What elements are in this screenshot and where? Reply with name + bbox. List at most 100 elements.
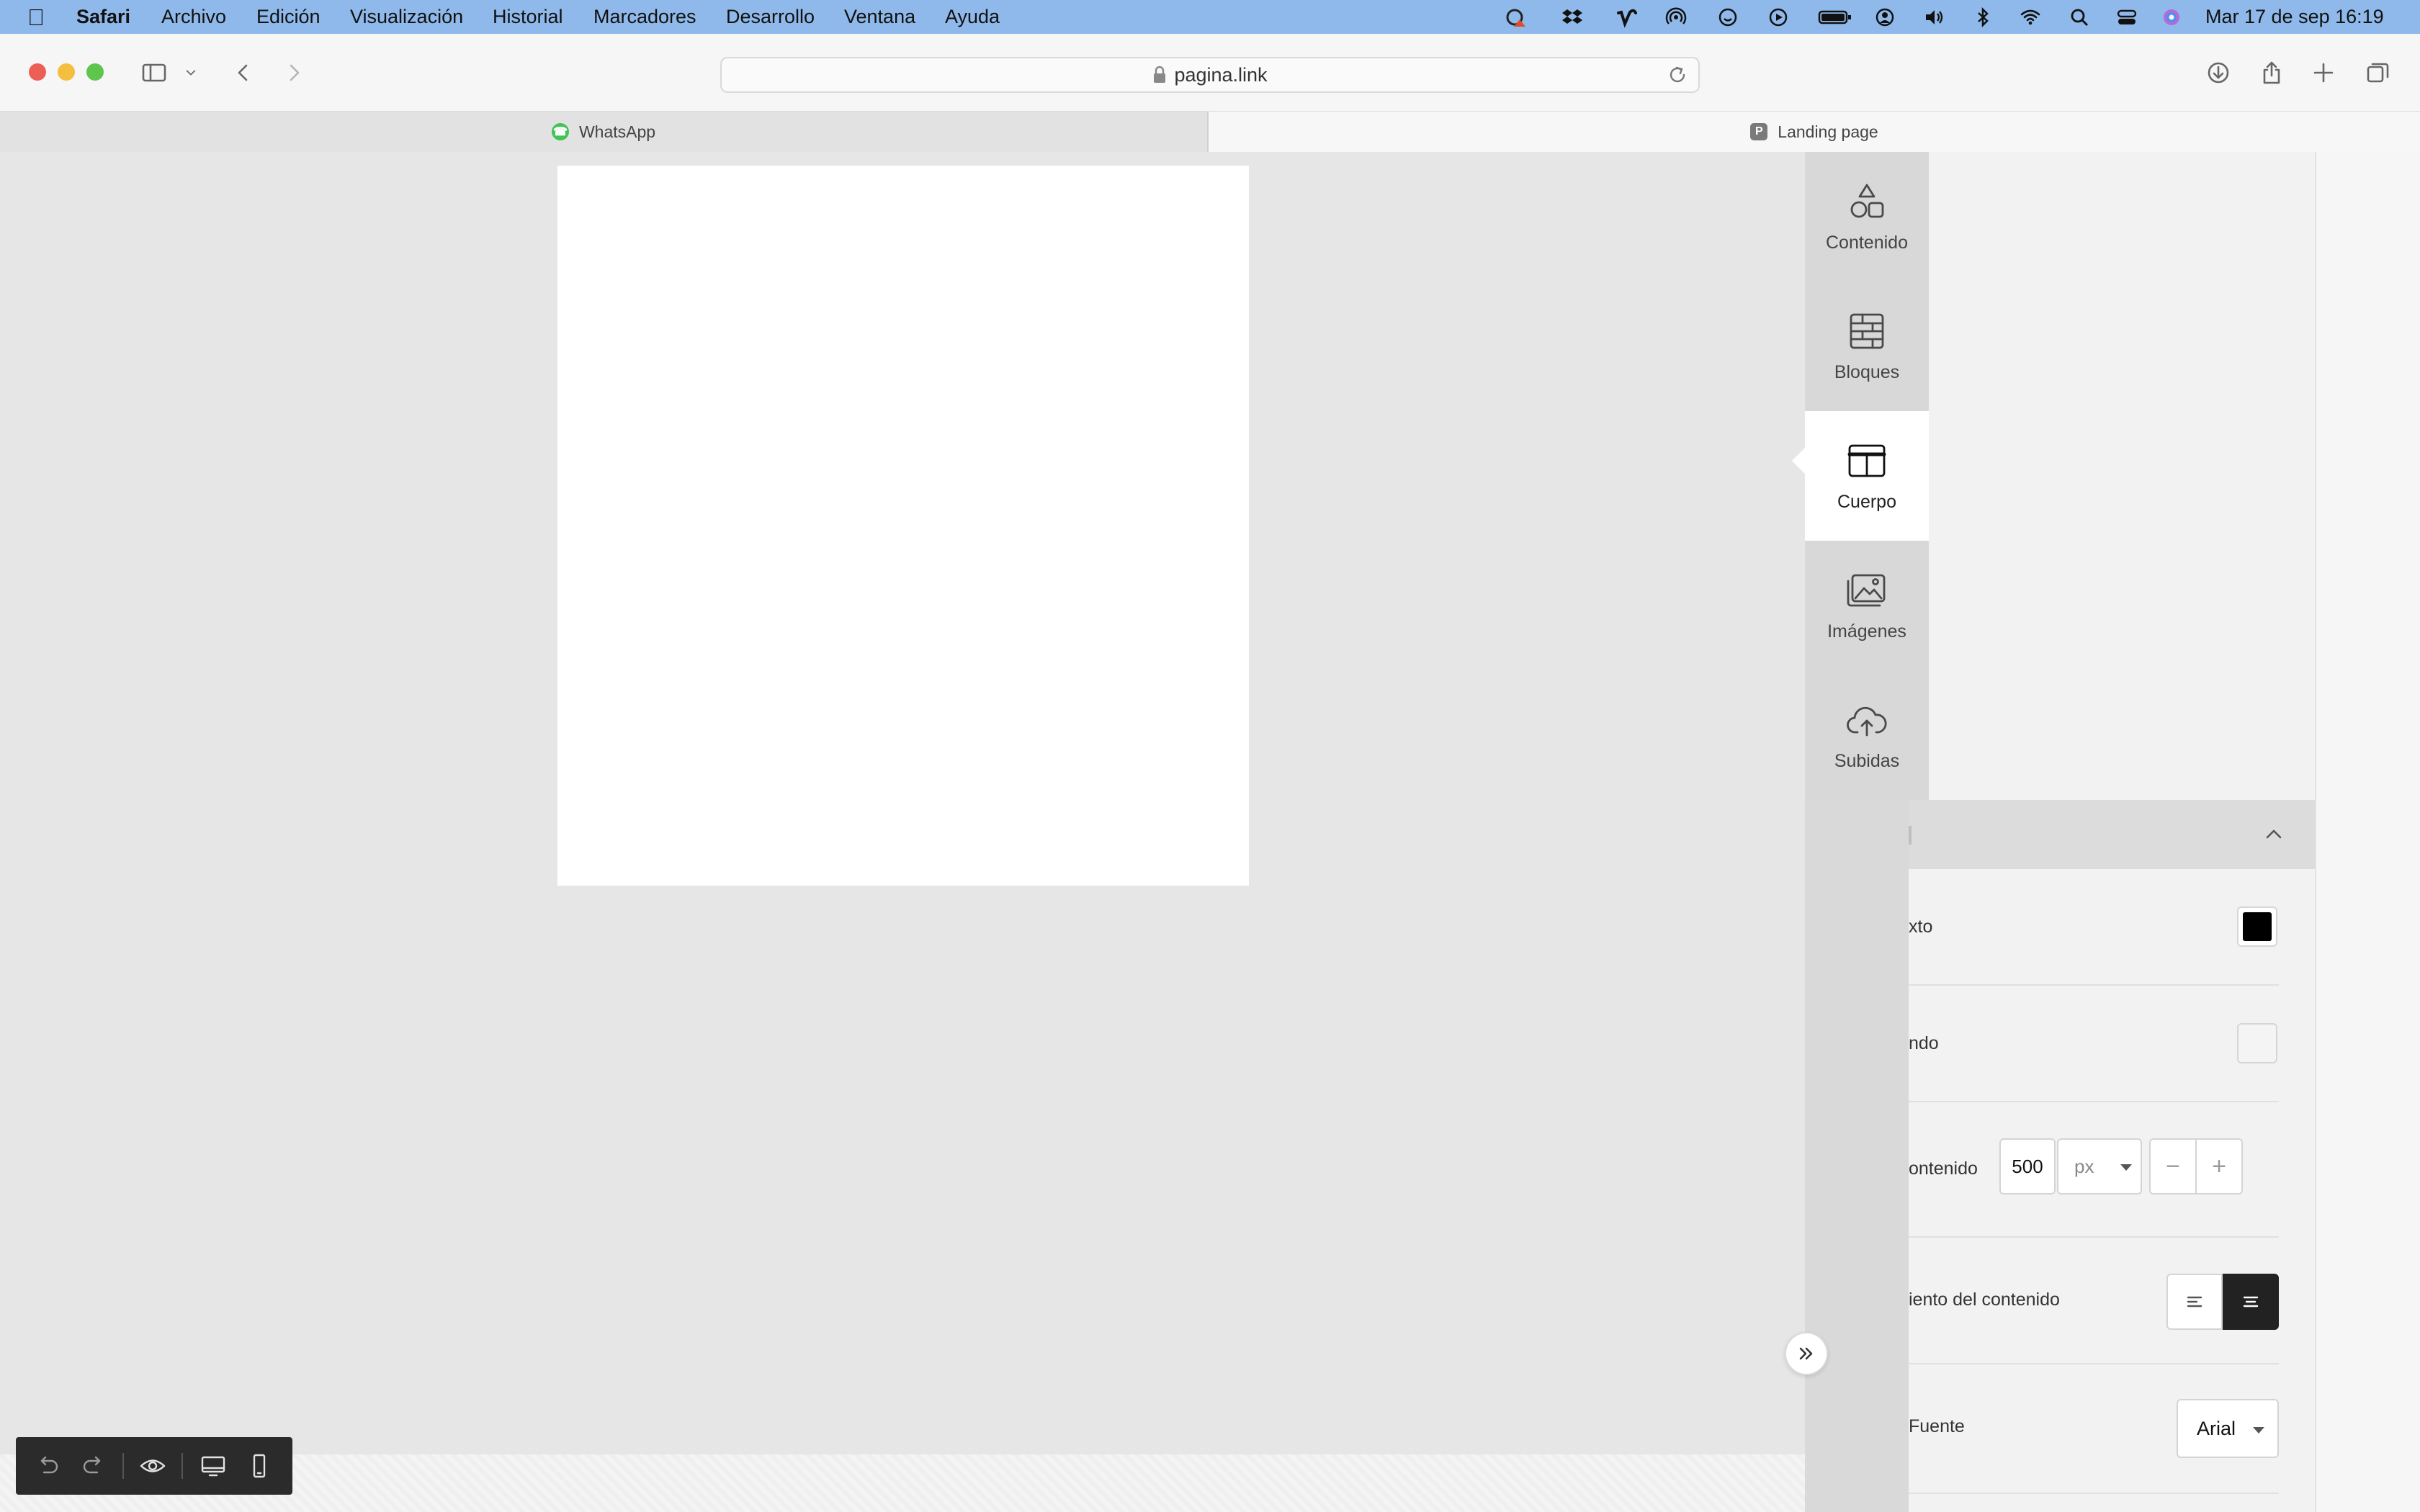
undo-icon xyxy=(40,1456,58,1474)
tab-overview-icon[interactable] xyxy=(2362,57,2394,89)
volume-icon[interactable] xyxy=(1923,6,1945,28)
control-center-icon[interactable] xyxy=(2116,6,2138,28)
side-tab-bloques[interactable]: Bloques xyxy=(1805,282,1929,411)
background-color-row: ndo xyxy=(1909,986,2279,1102)
address-bar[interactable]: pagina.link xyxy=(720,57,1700,93)
spotlight-icon[interactable] xyxy=(2069,6,2090,28)
battery-icon[interactable] xyxy=(1818,6,1852,28)
minimize-window-button[interactable] xyxy=(58,63,75,81)
side-tabs-column-lower xyxy=(1805,800,1909,1512)
font-label: Fuente xyxy=(1909,1416,1965,1436)
align-left-icon xyxy=(2187,1296,2202,1308)
shapes-icon xyxy=(1850,184,1884,217)
tab-landing-page[interactable]: P Landing page xyxy=(1209,112,2420,152)
menu-item-desarrollo[interactable]: Desarrollo xyxy=(726,0,815,34)
unit-select[interactable]: px xyxy=(2057,1138,2142,1194)
side-tab-label: Bloques xyxy=(1834,361,1900,382)
preview-button[interactable] xyxy=(135,1449,170,1483)
decrement-button[interactable]: − xyxy=(2149,1138,2197,1194)
side-tab-subidas[interactable]: Subidas xyxy=(1805,670,1929,800)
desktop-view-button[interactable] xyxy=(196,1449,230,1483)
close-window-button[interactable] xyxy=(29,63,46,81)
lock-icon xyxy=(1154,66,1166,83)
share-icon[interactable] xyxy=(2256,57,2287,89)
increment-button[interactable]: + xyxy=(2195,1138,2243,1194)
page-preview[interactable] xyxy=(557,166,1249,886)
menu-app-name[interactable]: Safari xyxy=(76,0,130,34)
menu-item-historial[interactable]: Historial xyxy=(493,0,563,34)
dropbox-icon[interactable] xyxy=(1561,6,1583,28)
mobile-view-button[interactable] xyxy=(242,1449,277,1483)
content-alignment-row: iento del contenido xyxy=(1909,1238,2279,1364)
unit-select-value: px xyxy=(2074,1155,2094,1177)
menu-item-marcadores[interactable]: Marcadores xyxy=(593,0,696,34)
side-tab-label: Contenido xyxy=(1826,232,1908,253)
reload-icon[interactable] xyxy=(1667,64,1688,86)
background-color-swatch[interactable] xyxy=(2237,1023,2277,1063)
upload-cloud-icon xyxy=(1847,706,1887,736)
collapse-panel-button[interactable] xyxy=(1785,1332,1828,1375)
properties-section-header[interactable] xyxy=(1909,800,2315,869)
text-color-swatch[interactable] xyxy=(2237,906,2277,947)
font-row: Fuente Arial xyxy=(1909,1364,2279,1494)
side-tab-label: Imágenes xyxy=(1827,621,1906,642)
tab-label: WhatsApp xyxy=(578,122,656,141)
text-color-row: xto xyxy=(1909,869,2279,986)
desktop-icon xyxy=(201,1456,225,1477)
redo-button[interactable] xyxy=(76,1449,111,1483)
new-tab-icon[interactable] xyxy=(2308,57,2339,89)
siri-icon[interactable] xyxy=(2161,6,2182,28)
panel-edge xyxy=(2315,152,2420,1512)
sidebar-toggle-icon[interactable] xyxy=(138,57,170,89)
side-tab-contenido[interactable]: Contenido xyxy=(1805,152,1929,282)
zoom-window-button[interactable] xyxy=(86,63,104,81)
undo-button[interactable] xyxy=(30,1449,65,1483)
back-arrow-icon[interactable] xyxy=(228,57,259,89)
menu-item-visualizacion[interactable]: Visualización xyxy=(350,0,463,34)
play-icon[interactable] xyxy=(1767,6,1789,28)
emoji-icon[interactable] xyxy=(1717,6,1739,28)
side-tab-imagenes[interactable]: Imágenes xyxy=(1805,541,1929,670)
align-center-button[interactable] xyxy=(2223,1274,2279,1330)
forward-arrow-icon[interactable] xyxy=(278,57,310,89)
side-tab-label: Cuerpo xyxy=(1837,491,1896,512)
tab-bar: ☎ WhatsApp P Landing page xyxy=(0,112,2420,152)
user-icon[interactable] xyxy=(1874,6,1896,28)
eye-icon xyxy=(140,1459,166,1472)
active-tab-pointer xyxy=(1792,448,1805,474)
bluetooth-icon[interactable] xyxy=(1972,6,1994,28)
creative-cloud-icon[interactable] xyxy=(1505,6,1527,28)
mobile-icon xyxy=(253,1454,266,1478)
content-width-row: ontenido 500 px − + xyxy=(1909,1102,2279,1238)
toolbar-divider xyxy=(122,1453,124,1479)
content-width-input[interactable]: 500 xyxy=(1999,1138,2056,1194)
content-width-label: ontenido xyxy=(1909,1158,1978,1179)
menu-bar:  Safari Archivo Edición Visualización H… xyxy=(0,0,2420,34)
tab-whatsapp[interactable]: ☎ WhatsApp xyxy=(0,112,1209,152)
images-icon xyxy=(1847,574,1886,606)
menu-item-ayuda[interactable]: Ayuda xyxy=(945,0,1000,34)
font-select[interactable]: Arial xyxy=(2177,1399,2279,1458)
airdrop-icon[interactable] xyxy=(1665,6,1687,28)
background-color-label: ndo xyxy=(1909,1033,1939,1053)
blocks-icon xyxy=(1850,313,1884,348)
menu-item-archivo[interactable]: Archivo xyxy=(161,0,226,34)
whatsapp-icon: ☎ xyxy=(551,123,569,140)
font-select-value: Arial xyxy=(2197,1417,2236,1439)
wifi-icon[interactable] xyxy=(2020,6,2041,28)
side-tab-cuerpo[interactable]: Cuerpo xyxy=(1805,411,1929,541)
menu-item-ventana[interactable]: Ventana xyxy=(844,0,915,34)
apple-icon[interactable]:  xyxy=(27,4,45,31)
vimeo-icon[interactable] xyxy=(1616,6,1638,28)
menu-item-edicion[interactable]: Edición xyxy=(256,0,321,34)
layout-icon xyxy=(1847,444,1886,477)
downloads-icon[interactable] xyxy=(2202,57,2234,89)
menu-datetime[interactable]: Mar 17 de sep 16:19 xyxy=(2205,0,2384,34)
align-center-icon xyxy=(2243,1296,2259,1308)
double-chevron-right-icon xyxy=(1799,1347,1813,1360)
chevron-up-icon[interactable] xyxy=(2262,822,2286,846)
side-tab-label: Subidas xyxy=(1834,750,1900,771)
chevron-down-icon[interactable] xyxy=(179,57,203,89)
align-left-button[interactable] xyxy=(2166,1274,2223,1330)
caret-down-icon xyxy=(2253,1427,2264,1434)
